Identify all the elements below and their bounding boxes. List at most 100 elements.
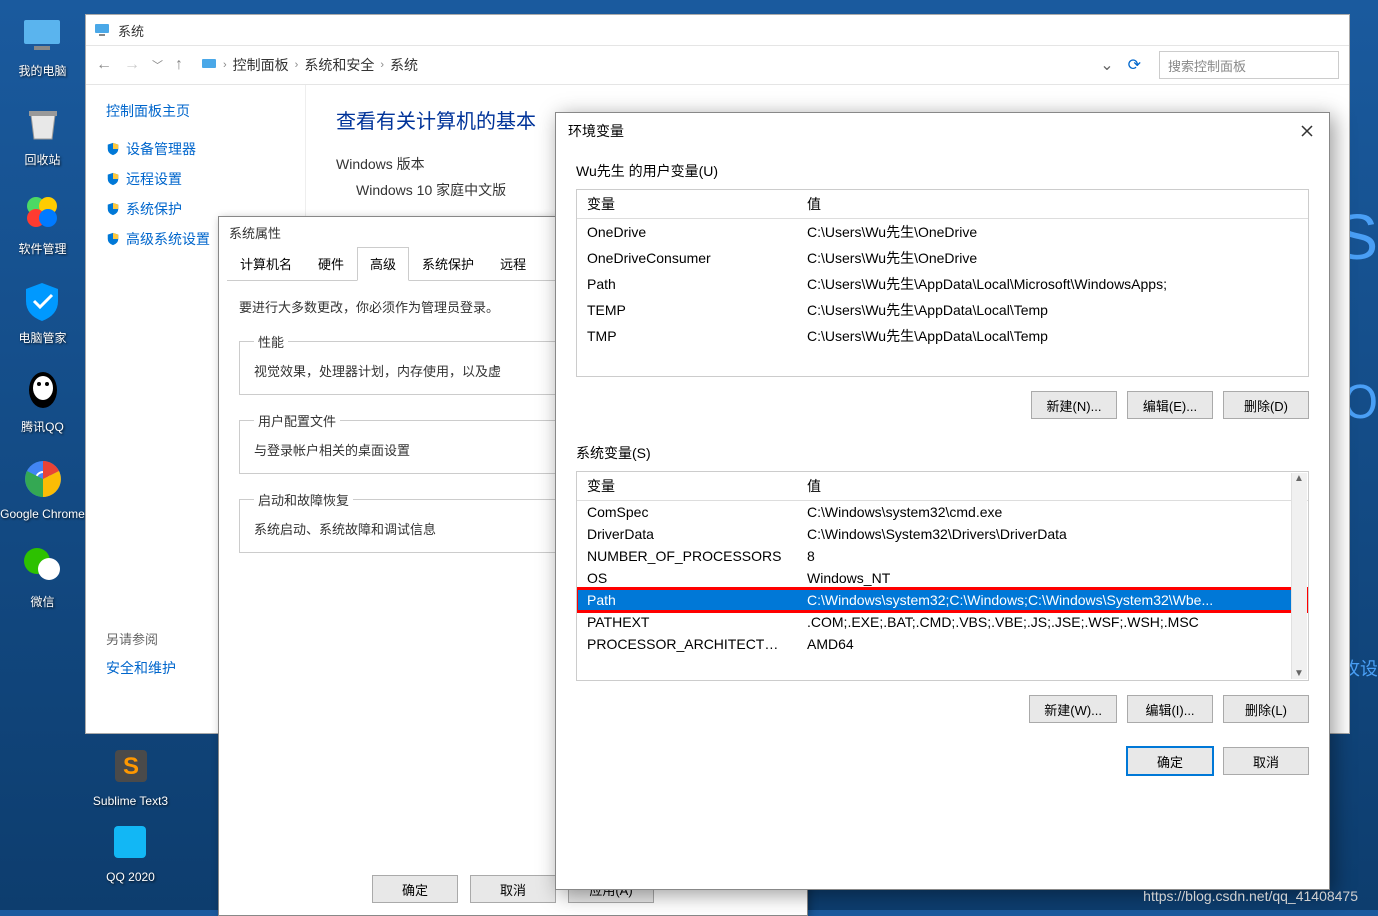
var-value: C:\Users\Wu先生\OneDrive — [797, 245, 1308, 271]
ok-button[interactable]: 确定 — [372, 875, 458, 903]
nav-controls: ← → ﹀ ↑ — [96, 56, 183, 74]
desktop-icon-label: 我的电脑 — [18, 62, 66, 79]
edit-system-var-button[interactable]: 编辑(I)... — [1127, 695, 1213, 723]
scrollbar[interactable] — [1291, 473, 1307, 679]
desktop-icon-wechat[interactable]: 微信 — [19, 541, 67, 610]
qq2-icon — [106, 818, 154, 866]
breadcrumb[interactable]: › 控制面板 › 系统和安全 › 系统 — [201, 55, 1092, 75]
delete-user-var-button[interactable]: 删除(D) — [1223, 391, 1309, 419]
desktop-icons-column-2: S Sublime Text3 QQ 2020 — [88, 732, 173, 884]
desktop-icon-label: Sublime Text3 — [93, 794, 168, 808]
chrome-icon — [19, 455, 67, 503]
new-user-var-button[interactable]: 新建(N)... — [1031, 391, 1117, 419]
sidebar-link-label: 高级系统设置 — [126, 229, 210, 249]
desktop-icon-label: 微信 — [30, 593, 54, 610]
window-titlebar: 系统 — [86, 15, 1349, 45]
col-variable[interactable]: 变量 — [577, 472, 797, 501]
desktop-icons-column: 我的电脑回收站软件管理电脑管家腾讯QQ Google Chrome 微信 — [0, 0, 85, 610]
desktop-icon-label: 软件管理 — [18, 240, 66, 257]
breadcrumb-item[interactable]: 系统和安全 — [304, 55, 374, 75]
desktop-icon-label: 回收站 — [24, 151, 60, 168]
user-vars-table[interactable]: 变量 值 OneDriveC:\Users\Wu先生\OneDriveOneDr… — [577, 190, 1308, 349]
var-row[interactable]: ComSpecC:\Windows\system32\cmd.exe — [577, 501, 1308, 524]
refresh-button[interactable]: ⟳ — [1128, 55, 1141, 75]
close-button[interactable] — [1297, 121, 1317, 141]
search-input[interactable]: 搜索控制面板 — [1159, 51, 1339, 79]
col-variable[interactable]: 变量 — [577, 190, 797, 219]
sidebar-home[interactable]: 控制面板主页 — [106, 101, 285, 121]
sidebar-link[interactable]: 远程设置 — [106, 169, 285, 189]
new-system-var-button[interactable]: 新建(W)... — [1029, 695, 1117, 723]
group-legend: 启动和故障恢复 — [254, 490, 353, 509]
cancel-button[interactable]: 取消 — [1223, 747, 1309, 775]
dialog-body: Wu先生 的用户变量(U) 变量 值 OneDriveC:\Users\Wu先生… — [556, 149, 1329, 787]
var-name: Path — [577, 271, 797, 297]
var-row[interactable]: NUMBER_OF_PROCESSORS8 — [577, 545, 1308, 567]
breadcrumb-item[interactable]: 控制面板 — [233, 55, 289, 75]
desktop-icon-qq[interactable]: 腾讯QQ — [19, 366, 67, 435]
ok-button[interactable]: 确定 — [1127, 747, 1213, 775]
window-title: 系统 — [118, 21, 144, 40]
system-vars-buttons: 新建(W)... 编辑(I)... 删除(L) — [576, 695, 1309, 723]
cancel-button[interactable]: 取消 — [470, 875, 556, 903]
var-row[interactable]: DriverDataC:\Windows\System32\Drivers\Dr… — [577, 523, 1308, 545]
var-row[interactable]: OneDriveConsumerC:\Users\Wu先生\OneDrive — [577, 245, 1308, 271]
tab-4[interactable]: 远程 — [487, 247, 539, 280]
var-row[interactable]: OSWindows_NT — [577, 567, 1308, 589]
var-name: OneDrive — [577, 219, 797, 246]
var-row[interactable]: TEMPC:\Users\Wu先生\AppData\Local\Temp — [577, 297, 1308, 323]
shield-icon — [106, 202, 120, 216]
system-vars-label: 系统变量(S) — [576, 443, 1309, 463]
var-row[interactable]: OneDriveC:\Users\Wu先生\OneDrive — [577, 219, 1308, 246]
tab-1[interactable]: 硬件 — [305, 247, 357, 280]
col-value[interactable]: 值 — [797, 190, 1308, 219]
var-value: C:\Windows\system32;C:\Windows;C:\Window… — [797, 589, 1308, 611]
breadcrumb-sep: › — [380, 59, 384, 71]
window-toolbar: ← → ﹀ ↑ › 控制面板 › 系统和安全 › 系统 ⌄ ⟳ 搜索控制面板 — [86, 45, 1349, 85]
breadcrumb-item[interactable]: 系统 — [390, 55, 418, 75]
qq-icon — [19, 366, 67, 414]
apps-icon — [18, 188, 66, 236]
var-value: C:\Users\Wu先生\AppData\Local\Temp — [797, 297, 1308, 323]
shield-icon — [106, 142, 120, 156]
var-row[interactable]: TMPC:\Users\Wu先生\AppData\Local\Temp — [577, 323, 1308, 349]
up-button[interactable]: ↑ — [175, 56, 183, 74]
var-name: TEMP — [577, 297, 797, 323]
dropdown-chevron[interactable]: ⌄ — [1100, 55, 1113, 75]
forward-button[interactable]: → — [124, 56, 140, 74]
var-name: TMP — [577, 323, 797, 349]
var-value: 8 — [797, 545, 1308, 567]
var-name: OneDriveConsumer — [577, 245, 797, 271]
var-row[interactable]: PathC:\Users\Wu先生\AppData\Local\Microsof… — [577, 271, 1308, 297]
tab-0[interactable]: 计算机名 — [227, 247, 305, 280]
var-name: ComSpec — [577, 501, 797, 524]
desktop-icon-qq2[interactable]: QQ 2020 — [106, 818, 155, 884]
desktop-icon-trash[interactable]: 回收站 — [19, 99, 67, 168]
desktop-icon-chrome[interactable]: Google Chrome — [0, 455, 85, 521]
recent-button[interactable]: ﹀ — [152, 57, 163, 73]
breadcrumb-sep: › — [223, 59, 227, 71]
edit-user-var-button[interactable]: 编辑(E)... — [1127, 391, 1213, 419]
col-value[interactable]: 值 — [797, 472, 1308, 501]
system-vars-table-container: 变量 值 ComSpecC:\Windows\system32\cmd.exeD… — [576, 471, 1309, 681]
var-row[interactable]: PathC:\Windows\system32;C:\Windows;C:\Wi… — [577, 589, 1308, 611]
desktop-icon-computer[interactable]: 我的电脑 — [18, 10, 66, 79]
wechat-icon — [19, 541, 67, 589]
sidebar-link-label: 系统保护 — [126, 199, 182, 219]
back-button[interactable]: ← — [96, 56, 112, 74]
sublime-icon: S — [107, 742, 155, 790]
delete-system-var-button[interactable]: 删除(L) — [1223, 695, 1309, 723]
var-row[interactable]: PATHEXT.COM;.EXE;.BAT;.CMD;.VBS;.VBE;.JS… — [577, 611, 1308, 633]
watermark: https://blog.csdn.net/qq_41408475 — [1143, 888, 1358, 904]
breadcrumb-sep: › — [295, 59, 299, 71]
desktop-icon-apps[interactable]: 软件管理 — [18, 188, 66, 257]
var-row[interactable]: PROCESSOR_ARCHITECTUREAMD64 — [577, 633, 1308, 655]
tab-2[interactable]: 高级 — [357, 247, 409, 281]
system-vars-table[interactable]: 变量 值 ComSpecC:\Windows\system32\cmd.exeD… — [577, 472, 1308, 655]
tab-3[interactable]: 系统保护 — [409, 247, 487, 280]
var-name: NUMBER_OF_PROCESSORS — [577, 545, 797, 567]
sidebar-link[interactable]: 设备管理器 — [106, 139, 285, 159]
computer-icon — [201, 57, 217, 73]
desktop-icon-shield-blue[interactable]: 电脑管家 — [18, 277, 66, 346]
desktop-icon-sublime[interactable]: S Sublime Text3 — [93, 742, 168, 808]
